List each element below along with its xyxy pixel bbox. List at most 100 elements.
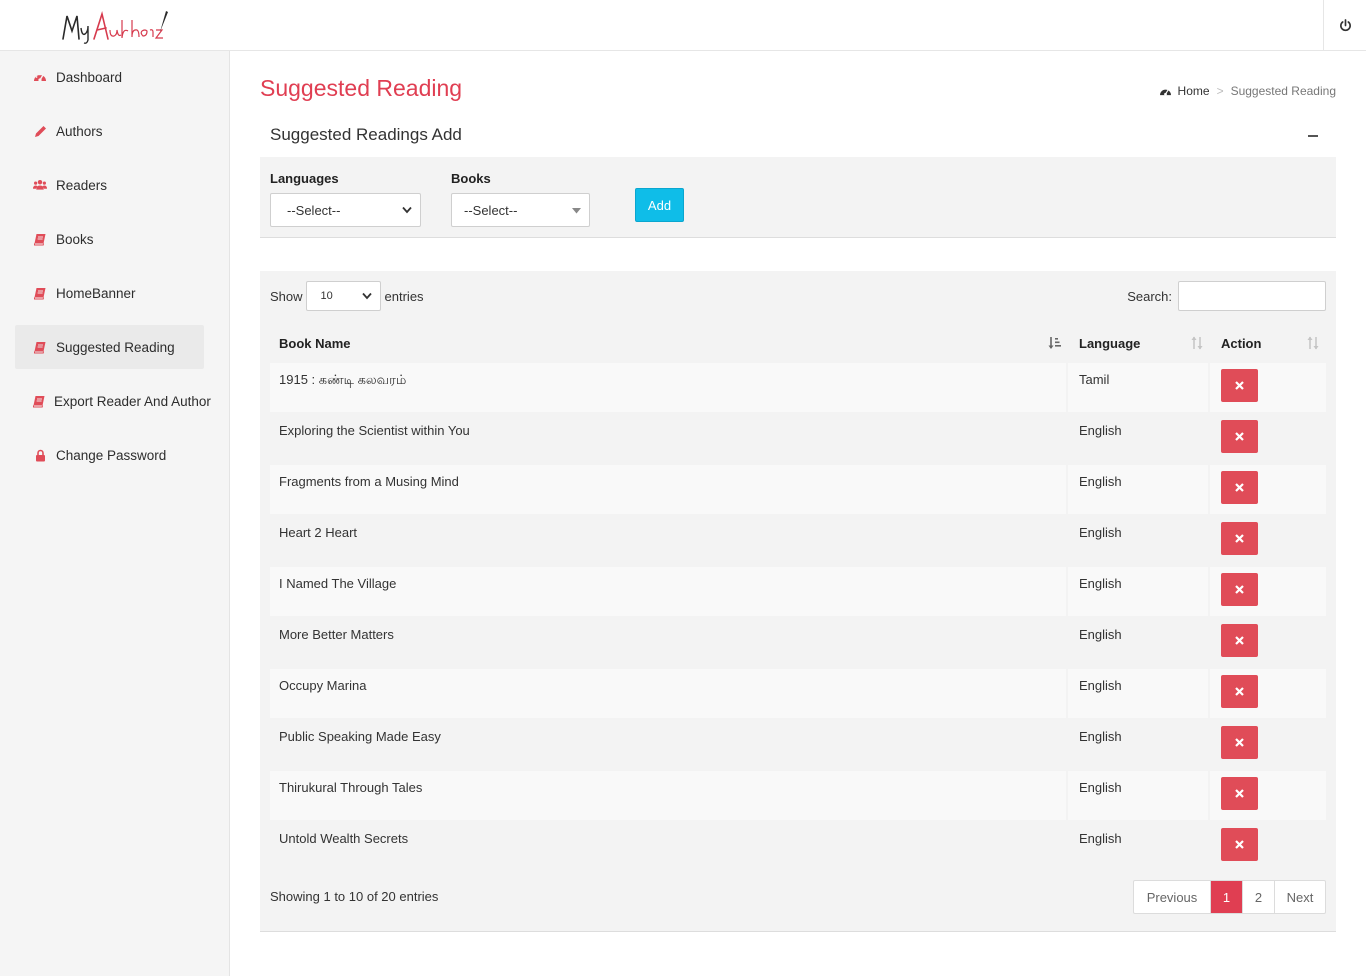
- close-icon: [1235, 789, 1244, 798]
- search-input[interactable]: [1178, 281, 1326, 311]
- search-label: Search:: [1127, 288, 1172, 304]
- breadcrumb: Home > Suggested Reading: [1159, 84, 1336, 98]
- close-icon: [1235, 534, 1244, 543]
- close-icon: [1235, 381, 1244, 390]
- breadcrumb-separator: >: [1216, 84, 1224, 98]
- dashboard-icon: [1159, 88, 1171, 96]
- table-header: Book Name Language Action: [270, 323, 1326, 363]
- sidebar-item-dashboard[interactable]: Dashboard: [15, 55, 204, 99]
- books-select-value: --Select--: [464, 202, 518, 218]
- form-panel-title: Suggested Readings Add: [270, 125, 462, 144]
- breadcrumb-home-link[interactable]: Home: [1178, 84, 1210, 98]
- minus-icon: [1308, 135, 1318, 137]
- books-label: Books: [451, 171, 491, 186]
- sort-ascending-icon: [1048, 337, 1061, 349]
- delete-button[interactable]: [1221, 624, 1258, 657]
- table-search: Search:: [1127, 281, 1326, 311]
- sidebar-item-label: Books: [56, 231, 94, 247]
- pagination-next[interactable]: Next: [1274, 881, 1325, 913]
- delete-button[interactable]: [1221, 369, 1258, 402]
- delete-button[interactable]: [1221, 828, 1258, 861]
- delete-button[interactable]: [1221, 573, 1258, 606]
- table-row: Heart 2 Heart English: [270, 516, 1326, 565]
- entries-length-control: Show 10 entries: [270, 281, 424, 311]
- action-cell: [1212, 720, 1326, 769]
- book-name-cell: More Better Matters: [270, 618, 1068, 667]
- action-cell: [1212, 465, 1326, 514]
- book-icon: [33, 340, 47, 354]
- lock-icon: [33, 448, 47, 462]
- sort-icon: [1307, 336, 1319, 350]
- column-header-book-name[interactable]: Book Name: [270, 323, 1068, 363]
- sidebar-item-books[interactable]: Books: [15, 217, 204, 261]
- entries-select-value: 10: [320, 290, 333, 302]
- delete-button[interactable]: [1221, 675, 1258, 708]
- top-bar: [0, 0, 1366, 51]
- sidebar-item-label: Suggested Reading: [56, 339, 175, 355]
- users-icon: [33, 178, 47, 192]
- sidebar-item-readers[interactable]: Readers: [15, 163, 204, 207]
- sidebar-item-label: Readers: [56, 177, 108, 193]
- entries-label: entries: [384, 288, 424, 304]
- sidebar: Dashboard Authors Readers Books HomeBann…: [0, 51, 230, 976]
- table-row: Untold Wealth Secrets English: [270, 822, 1326, 871]
- table-row: I Named The Village English: [270, 567, 1326, 616]
- delete-button[interactable]: [1221, 420, 1258, 453]
- power-button[interactable]: [1323, 0, 1366, 50]
- book-icon: [33, 394, 45, 408]
- breadcrumb-current: Suggested Reading: [1230, 84, 1336, 98]
- column-header-language[interactable]: Language: [1070, 323, 1210, 363]
- pagination-page-1[interactable]: 1: [1210, 881, 1242, 913]
- app-logo[interactable]: [60, 6, 170, 46]
- language-cell: English: [1070, 618, 1210, 667]
- column-header-action[interactable]: Action: [1212, 323, 1326, 363]
- language-cell: English: [1070, 771, 1210, 820]
- pencil-icon: [33, 124, 47, 138]
- sidebar-item-export-reader-and-author[interactable]: Export Reader And Author: [15, 379, 211, 423]
- action-cell: [1212, 669, 1326, 718]
- collapse-button[interactable]: [1308, 134, 1322, 138]
- sidebar-item-change-password[interactable]: Change Password: [15, 433, 204, 477]
- close-icon: [1235, 840, 1244, 849]
- book-name-cell: Thirukural Through Tales: [270, 771, 1068, 820]
- book-name-cell: Exploring the Scientist within You: [270, 414, 1068, 463]
- book-name-cell: Fragments from a Musing Mind: [270, 465, 1068, 514]
- sidebar-item-suggested-reading[interactable]: Suggested Reading: [15, 325, 204, 369]
- language-cell: English: [1070, 720, 1210, 769]
- delete-button[interactable]: [1221, 471, 1258, 504]
- languages-select-value: --Select--: [287, 202, 341, 218]
- delete-button[interactable]: [1221, 777, 1258, 810]
- entries-select[interactable]: 10: [305, 281, 381, 311]
- table-row: Occupy Marina English: [270, 669, 1326, 718]
- pagination-page-2[interactable]: 2: [1242, 881, 1274, 913]
- languages-select[interactable]: --Select--: [270, 193, 421, 227]
- close-icon: [1235, 687, 1244, 696]
- table-row: Exploring the Scientist within You Engli…: [270, 414, 1326, 463]
- language-cell: English: [1070, 516, 1210, 565]
- table-row: Public Speaking Made Easy English: [270, 720, 1326, 769]
- table-row: Thirukural Through Tales English: [270, 771, 1326, 820]
- delete-button[interactable]: [1221, 726, 1258, 759]
- action-cell: [1212, 771, 1326, 820]
- book-name-cell: Heart 2 Heart: [270, 516, 1068, 565]
- book-name-cell: I Named The Village: [270, 567, 1068, 616]
- language-cell: Tamil: [1070, 363, 1210, 412]
- close-icon: [1235, 432, 1244, 441]
- sidebar-item-authors[interactable]: Authors: [15, 109, 204, 153]
- sidebar-item-homebanner[interactable]: HomeBanner: [15, 271, 204, 315]
- action-cell: [1212, 516, 1326, 565]
- close-icon: [1235, 738, 1244, 747]
- add-button[interactable]: Add: [635, 188, 684, 222]
- power-icon: [1339, 18, 1351, 31]
- language-cell: English: [1070, 669, 1210, 718]
- sidebar-item-label: Change Password: [56, 447, 167, 463]
- book-name-cell: 1915 : கண்டி கலவரம்: [270, 363, 1068, 412]
- pagination-previous[interactable]: Previous: [1134, 881, 1210, 913]
- close-icon: [1235, 636, 1244, 645]
- book-icon: [33, 232, 47, 246]
- delete-button[interactable]: [1221, 522, 1258, 555]
- sort-icon: [1191, 336, 1203, 350]
- books-select[interactable]: --Select--: [451, 193, 590, 227]
- suggested-reading-table-panel: Show 10 entries Search: Book Name Langua…: [260, 271, 1336, 932]
- language-cell: English: [1070, 465, 1210, 514]
